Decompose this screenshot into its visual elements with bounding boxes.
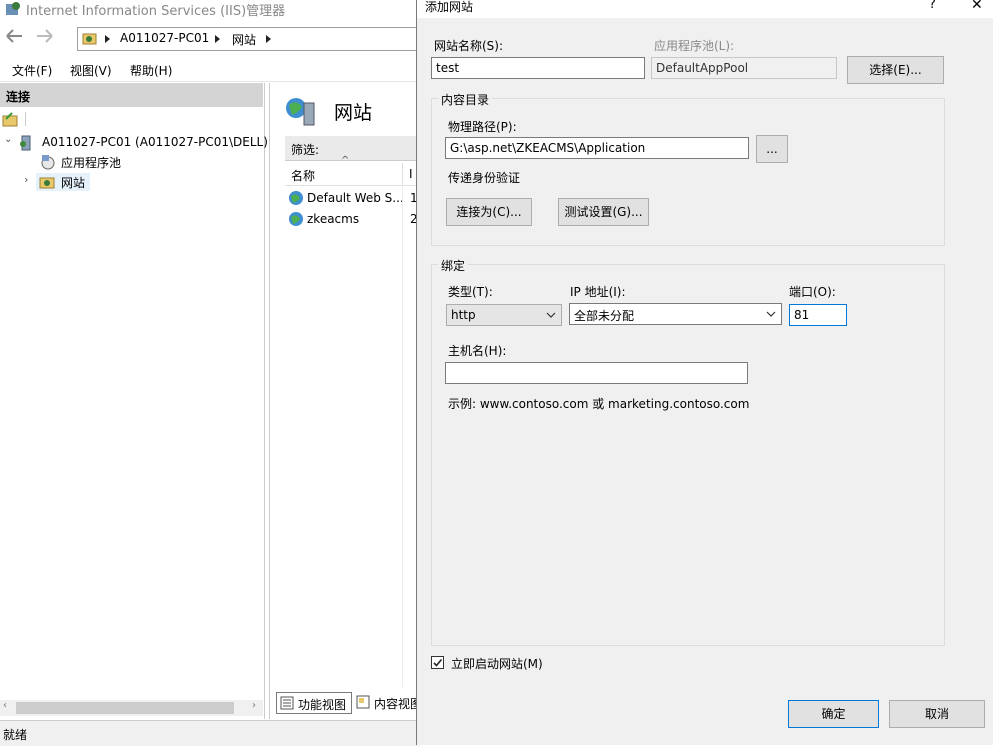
dialog-title-bar: 添加网站 ? ✕ (417, 0, 993, 18)
tab-content-view[interactable]: 内容视图 (354, 692, 420, 714)
sites-pane: 网站 筛选: ^ 名称 I Default Web S... 1 zkeacms… (269, 83, 420, 719)
column-divider (402, 187, 403, 687)
menu-bar: 文件(F) 视图(V) 帮助(H) (0, 57, 420, 82)
breadcrumb-arrow-icon (215, 35, 220, 43)
breadcrumb-server[interactable]: A011027-PC01 (120, 31, 209, 45)
sites-globe-icon (286, 98, 315, 126)
sites-title: 网站 (334, 102, 373, 124)
site-globe-icon (289, 212, 303, 226)
scrollbar-thumb[interactable] (16, 702, 234, 714)
connect-as-button[interactable]: 连接为(C)... (446, 198, 532, 226)
checkmark-icon (433, 658, 443, 667)
iis-title-bar: Internet Information Services (IIS)管理器 (0, 0, 420, 19)
host-name-label: 主机名(H): (448, 344, 507, 358)
site-name: zkeacms (307, 212, 360, 226)
ok-button[interactable]: 确定 (788, 700, 879, 728)
tree-sites-label: 网站 (61, 176, 86, 190)
content-directory-title: 内容目录 (438, 91, 493, 108)
iis-app-icon (6, 2, 20, 15)
ip-address-label: IP 地址(I): (570, 285, 626, 299)
sites-folder-icon (39, 177, 55, 189)
port-label: 端口(O): (789, 285, 836, 299)
site-name: Default Web S... (307, 191, 404, 205)
sites-list-header: 名称 I (285, 163, 420, 186)
breadcrumb-sites[interactable]: 网站 (232, 31, 256, 48)
host-name-input[interactable] (445, 362, 748, 384)
menu-help[interactable]: 帮助(H) (130, 62, 172, 79)
site-name-input[interactable]: test (431, 57, 645, 79)
physical-path-label: 物理路径(P): (448, 120, 517, 134)
ip-address-select[interactable]: 全部未分配 (569, 303, 782, 325)
app-pool-field: DefaultAppPool (651, 57, 837, 79)
breadcrumb-arrow-icon (266, 35, 271, 43)
select-app-pool-button[interactable]: 选择(E)... (847, 56, 944, 84)
content-view-icon (356, 695, 370, 709)
site-row[interactable]: Default Web S... 1 (285, 187, 420, 209)
filter-bar[interactable]: 筛选: (285, 136, 420, 161)
status-bar: 就绪 (0, 720, 420, 746)
pass-through-auth-label: 传递身份验证 (448, 171, 521, 185)
scroll-left-icon[interactable]: ‹ (3, 700, 7, 711)
test-settings-button[interactable]: 测试设置(G)... (558, 198, 649, 226)
horizontal-scrollbar[interactable]: ‹ › (0, 700, 263, 716)
filter-label: 筛选: (291, 143, 320, 157)
ip-address-value: 全部未分配 (574, 309, 635, 323)
type-label: 类型(T): (448, 285, 493, 299)
chevron-down-icon (546, 312, 556, 318)
site-row[interactable]: zkeacms 2 (285, 208, 420, 230)
type-select[interactable]: http (446, 304, 562, 326)
binding-title: 绑定 (438, 257, 469, 274)
new-connection-icon[interactable] (2, 112, 20, 128)
breadcrumb-arrow-icon (105, 35, 110, 43)
browse-button[interactable]: ... (756, 135, 788, 163)
status-text: 就绪 (3, 728, 28, 742)
tab-content-label: 内容视图 (374, 697, 420, 711)
tab-features-view[interactable]: 功能视图 (276, 692, 352, 714)
app-pool-label: 应用程序池(L): (654, 39, 735, 53)
physical-path-input[interactable]: G:\asp.net\ZKEACMS\Application (445, 137, 749, 159)
iis-window-title: Internet Information Services (IIS)管理器 (26, 4, 286, 19)
help-icon[interactable]: ? (929, 0, 936, 12)
cancel-button[interactable]: 取消 (889, 700, 985, 728)
site-name-label: 网站名称(S): (434, 39, 504, 53)
features-view-icon (280, 696, 294, 710)
column-name[interactable]: 名称 (291, 167, 315, 184)
type-value: http (451, 308, 476, 322)
site-globe-icon (289, 191, 303, 205)
collapse-icon[interactable]: ⌄ (4, 134, 12, 145)
menu-file[interactable]: 文件(F) (12, 62, 52, 79)
expand-icon[interactable]: › (24, 173, 28, 186)
tree-app-pools-label: 应用程序池 (61, 156, 122, 170)
connections-label: 连接 (6, 90, 31, 104)
chevron-down-icon (766, 311, 776, 317)
back-arrow-icon[interactable] (5, 28, 25, 44)
toolbar-separator (25, 112, 26, 126)
connections-header: 连接 (0, 83, 263, 107)
forward-arrow-icon[interactable] (35, 28, 55, 44)
site-folder-icon (82, 33, 97, 45)
add-website-dialog: 添加网站 ? ✕ 网站名称(S): test 应用程序池(L): Default… (416, 0, 993, 745)
address-bar[interactable]: A011027-PC01 网站 (77, 27, 422, 51)
host-name-example: 示例: www.contoso.com 或 marketing.contoso.… (448, 397, 750, 411)
server-icon (20, 135, 31, 151)
column-divider (402, 163, 403, 185)
tree-server-label: A011027-PC01 (A011027-PC01\DELL) (42, 135, 268, 149)
menu-view[interactable]: 视图(V) (70, 62, 112, 79)
close-icon[interactable]: ✕ (971, 0, 983, 13)
start-now-checkbox[interactable] (431, 656, 444, 669)
port-input[interactable]: 81 (789, 304, 847, 326)
tab-features-label: 功能视图 (298, 698, 347, 712)
dialog-title: 添加网站 (425, 0, 474, 14)
app-pool-icon (41, 155, 55, 170)
start-now-label[interactable]: 立即启动网站(M) (451, 655, 543, 672)
scroll-right-icon[interactable]: › (252, 700, 256, 711)
column-id[interactable]: I (409, 167, 413, 181)
